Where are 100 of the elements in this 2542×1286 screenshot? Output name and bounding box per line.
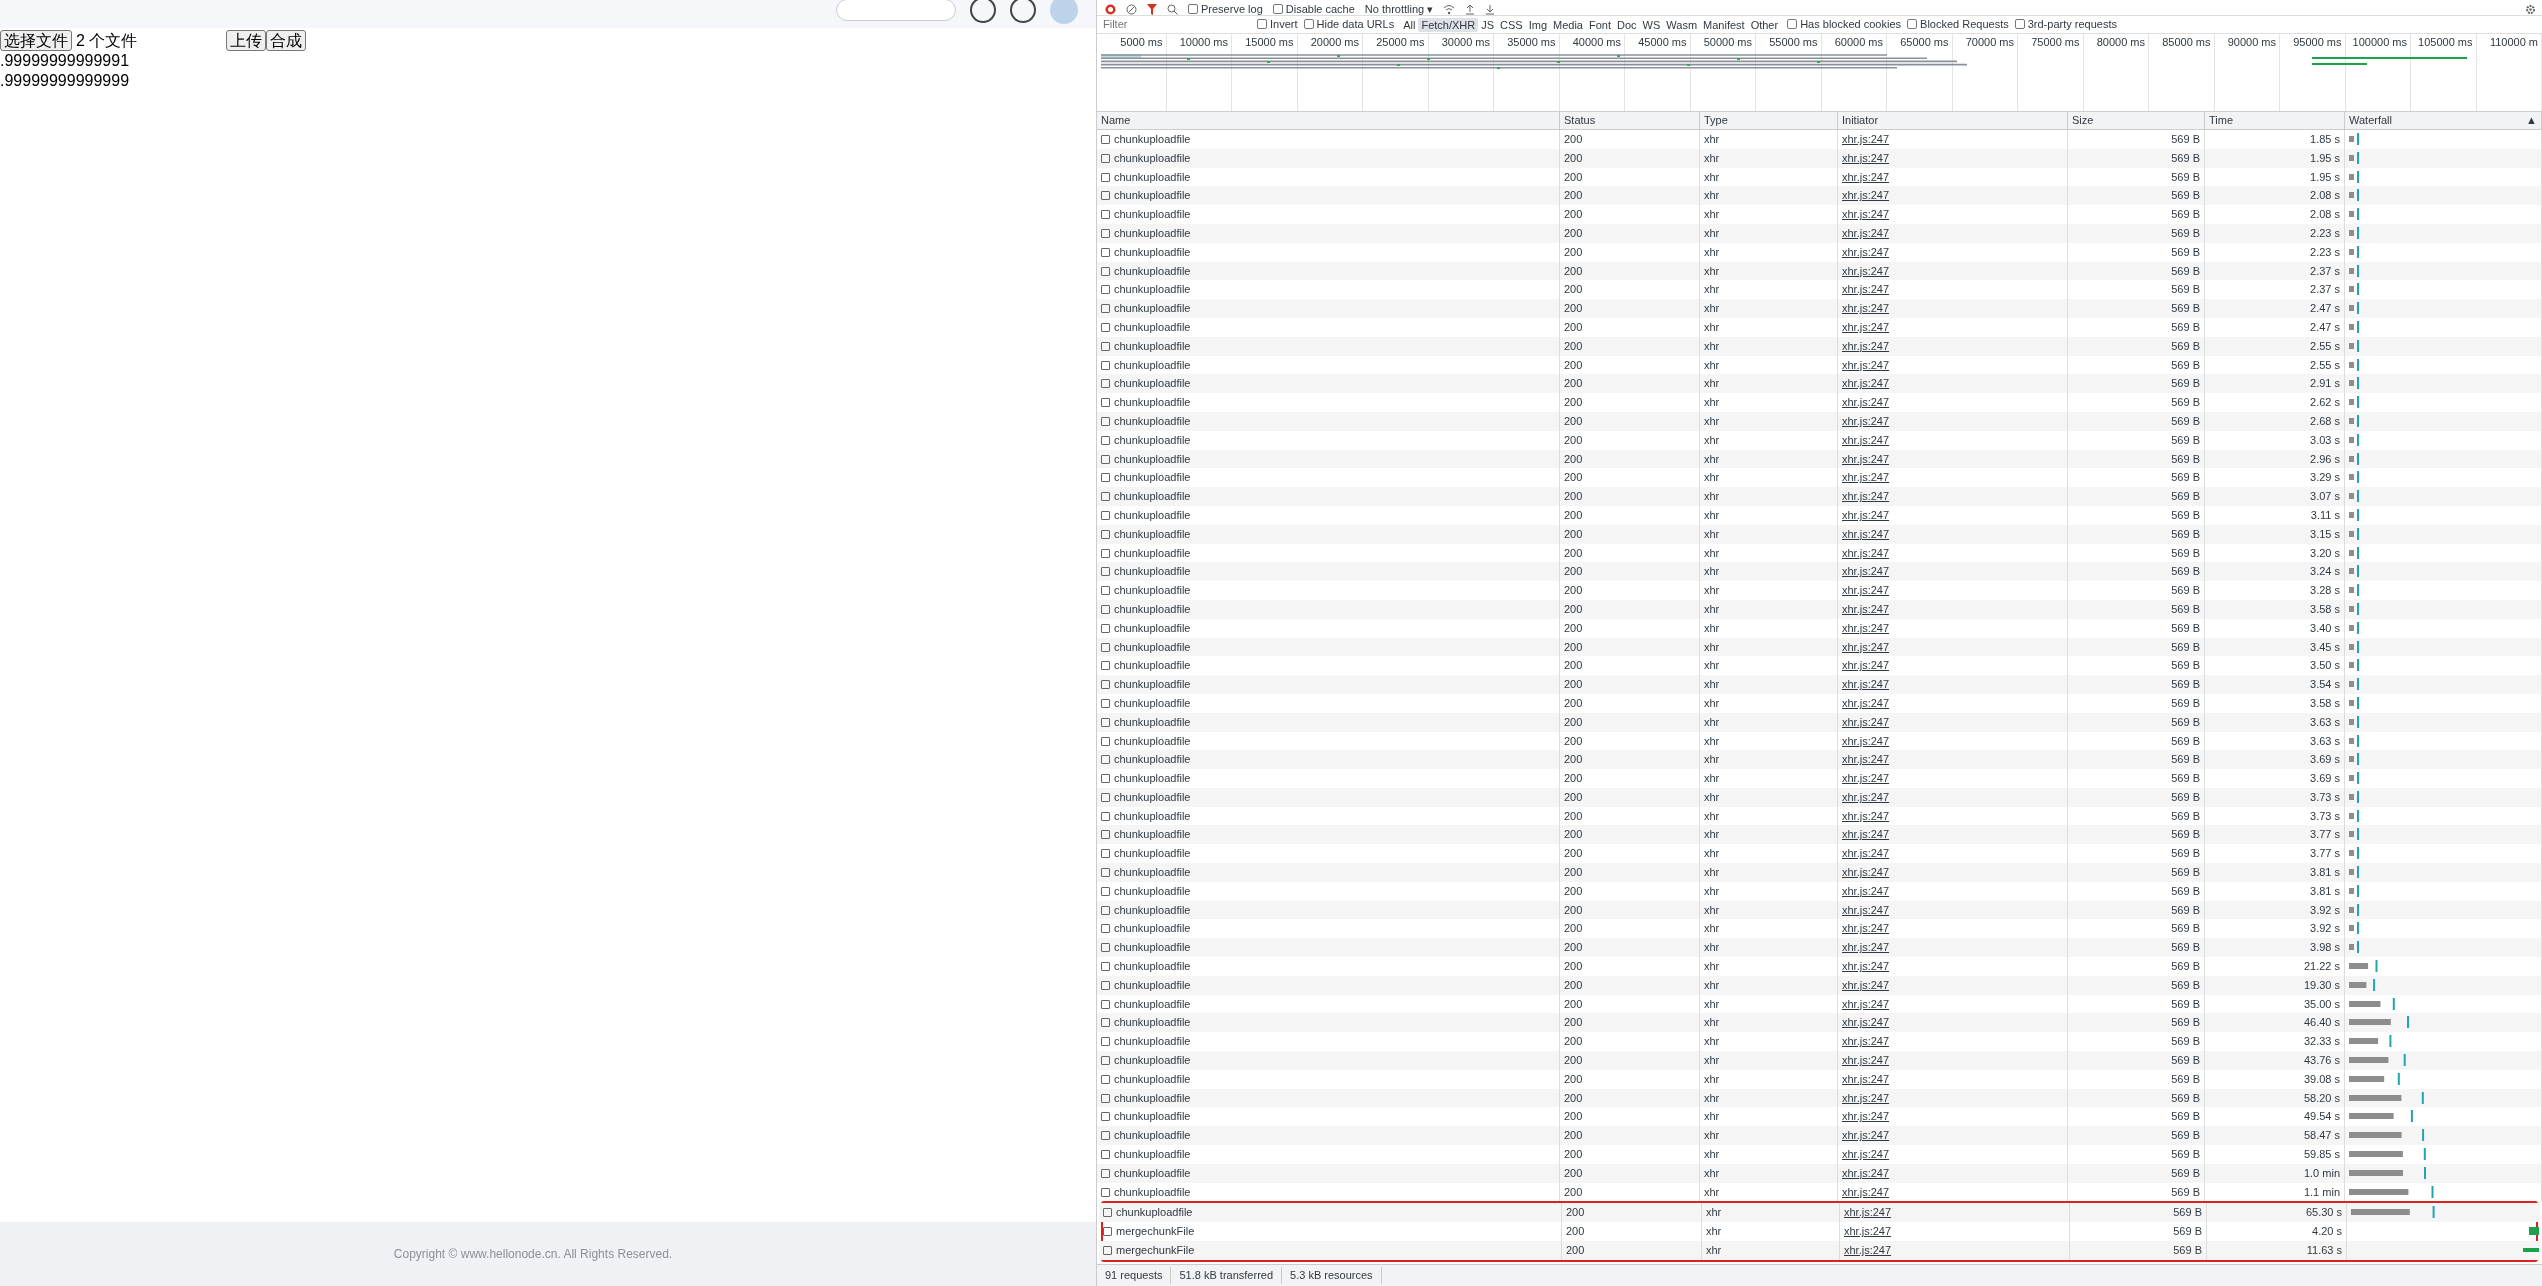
request-row[interactable]: chunkuploadfile 200 xhr xhr.js:247 569 B 3.58 s: [1097, 599, 2542, 619]
request-row[interactable]: chunkuploadfile 200 xhr xhr.js:247 569 B 2.08 s: [1097, 205, 2542, 224]
initiator-link[interactable]: xhr.js:247: [1842, 678, 1890, 691]
request-row[interactable]: chunkuploadfile 200 xhr xhr.js:247 569 B 3.40 s: [1097, 618, 2542, 638]
initiator-link[interactable]: xhr.js:247: [1842, 490, 1890, 503]
circle-icon[interactable]: [970, 0, 996, 23]
initiator-link[interactable]: xhr.js:247: [1842, 339, 1890, 352]
checkbox[interactable]: Has blocked cookies: [1787, 16, 1902, 33]
initiator-link[interactable]: xhr.js:247: [1842, 1148, 1890, 1161]
initiator-link[interactable]: xhr.js:247: [1842, 189, 1890, 202]
initiator-link[interactable]: xhr.js:247: [1842, 227, 1890, 239]
request-row[interactable]: chunkuploadfile 200 xhr xhr.js:247 569 B 39.08 s: [1097, 1069, 2542, 1089]
type-filter-tab[interactable]: WS: [1639, 17, 1664, 32]
circle-icon[interactable]: [1010, 0, 1036, 23]
request-row[interactable]: chunkuploadfile 200 xhr xhr.js:247 569 B 3.81 s: [1097, 863, 2542, 882]
initiator-link[interactable]: xhr.js:247: [1842, 696, 1890, 709]
column-header[interactable]: Name: [1097, 112, 1560, 129]
request-row[interactable]: chunkuploadfile 200 xhr xhr.js:247 569 B 59.85 s: [1097, 1145, 2542, 1164]
request-row[interactable]: chunkuploadfile 200 xhr xhr.js:247 569 B 58.20 s: [1097, 1088, 2542, 1108]
clear-icon[interactable]: [1126, 4, 1137, 15]
request-row[interactable]: chunkuploadfile 200 xhr xhr.js:247 569 B 2.47 s: [1097, 317, 2542, 337]
initiator-link[interactable]: xhr.js:247: [1842, 358, 1890, 371]
column-header[interactable]: Waterfall ▲: [2345, 112, 2542, 129]
initiator-link[interactable]: xhr.js:247: [1842, 396, 1890, 409]
column-header[interactable]: Initiator: [1838, 112, 2068, 129]
initiator-link[interactable]: xhr.js:247: [1842, 809, 1890, 822]
initiator-link[interactable]: xhr.js:247: [1842, 283, 1890, 296]
initiator-link[interactable]: xhr.js:247: [1842, 997, 1890, 1010]
initiator-link[interactable]: xhr.js:247: [1842, 1166, 1890, 1179]
initiator-link[interactable]: xhr.js:247: [1842, 1091, 1890, 1104]
checkbox[interactable]: Invert: [1257, 16, 1298, 33]
request-row[interactable]: chunkuploadfile 200 xhr xhr.js:247 569 B 46.40 s: [1097, 1013, 2542, 1033]
checkbox[interactable]: Hide data URLs: [1303, 16, 1395, 33]
type-filter-tab[interactable]: Img: [1525, 17, 1550, 32]
request-row[interactable]: chunkuploadfile 200 xhr xhr.js:247 569 B 3.98 s: [1097, 938, 2542, 958]
request-row[interactable]: chunkuploadfile 200 xhr xhr.js:247 569 B 3.28 s: [1097, 581, 2542, 600]
request-row[interactable]: chunkuploadfile 200 xhr xhr.js:247 569 B 65.30 s: [1099, 1203, 2540, 1223]
initiator-link[interactable]: xhr.js:247: [1842, 659, 1890, 672]
request-row[interactable]: chunkuploadfile 200 xhr xhr.js:247 569 B 3.54 s: [1097, 675, 2542, 694]
initiator-link[interactable]: xhr.js:247: [1842, 508, 1890, 521]
request-row[interactable]: chunkuploadfile 200 xhr xhr.js:247 569 B 2.68 s: [1097, 411, 2542, 431]
checkbox[interactable]: Disable cache: [1272, 3, 1355, 15]
request-row[interactable]: chunkuploadfile 200 xhr xhr.js:247 569 B 21.22 s: [1097, 957, 2542, 976]
initiator-link[interactable]: xhr.js:247: [1842, 264, 1890, 277]
initiator-link[interactable]: xhr.js:247: [1842, 734, 1890, 747]
initiator-link[interactable]: xhr.js:247: [1842, 1035, 1890, 1048]
request-row[interactable]: chunkuploadfile 200 xhr xhr.js:247 569 B 2.47 s: [1097, 299, 2542, 318]
initiator-link[interactable]: xhr.js:247: [1842, 1072, 1890, 1085]
request-row[interactable]: chunkuploadfile 200 xhr xhr.js:247 569 B 3.24 s: [1097, 562, 2542, 582]
initiator-link[interactable]: xhr.js:247: [1842, 565, 1890, 578]
request-row[interactable]: chunkuploadfile 200 xhr xhr.js:247 569 B 2.91 s: [1097, 374, 2542, 394]
initiator-link[interactable]: xhr.js:247: [1842, 414, 1890, 427]
type-filter-tab[interactable]: CSS: [1497, 17, 1526, 32]
request-row[interactable]: chunkuploadfile 200 xhr xhr.js:247 569 B 2.23 s: [1097, 224, 2542, 243]
request-row[interactable]: chunkuploadfile 200 xhr xhr.js:247 569 B 1.1 min: [1097, 1182, 2542, 1202]
request-row[interactable]: chunkuploadfile 200 xhr xhr.js:247 569 B 2.96 s: [1097, 449, 2542, 469]
request-row[interactable]: chunkuploadfile 200 xhr xhr.js:247 569 B 3.63 s: [1097, 712, 2542, 732]
initiator-link[interactable]: xhr.js:247: [1842, 1185, 1890, 1198]
initiator-link[interactable]: xhr.js:247: [1844, 1206, 1892, 1219]
filter-icon[interactable]: [1147, 4, 1157, 15]
checkbox[interactable]: Blocked Requests: [1907, 16, 2009, 33]
type-filter-tab[interactable]: JS: [1478, 17, 1498, 32]
initiator-link[interactable]: xhr.js:247: [1842, 753, 1890, 766]
request-row[interactable]: chunkuploadfile 200 xhr xhr.js:247 569 B 3.77 s: [1097, 825, 2542, 845]
wifi-icon[interactable]: [1443, 4, 1456, 15]
initiator-link[interactable]: xhr.js:247: [1842, 715, 1890, 728]
request-row[interactable]: chunkuploadfile 200 xhr xhr.js:247 569 B 3.81 s: [1097, 881, 2542, 901]
settings-icon[interactable]: [2525, 4, 2536, 15]
initiator-link[interactable]: xhr.js:247: [1842, 640, 1890, 653]
upload-button[interactable]: 上传: [226, 30, 266, 51]
initiator-link[interactable]: xhr.js:247: [1842, 772, 1890, 785]
type-filter-tab[interactable]: Manifest: [1700, 17, 1748, 32]
type-filter-tab[interactable]: Font: [1586, 17, 1614, 32]
type-filter-tab[interactable]: Other: [1747, 17, 1782, 32]
initiator-link[interactable]: xhr.js:247: [1842, 884, 1890, 897]
request-row[interactable]: chunkuploadfile 200 xhr xhr.js:247 569 B 3.58 s: [1097, 693, 2542, 713]
request-row[interactable]: chunkuploadfile 200 xhr xhr.js:247 569 B 3.45 s: [1097, 637, 2542, 657]
type-filter-tab[interactable]: Media: [1550, 17, 1586, 32]
initiator-link[interactable]: xhr.js:247: [1842, 151, 1890, 164]
upload-icon[interactable]: [1465, 4, 1476, 15]
initiator-link[interactable]: xhr.js:247: [1842, 1110, 1890, 1123]
initiator-link[interactable]: xhr.js:247: [1842, 1054, 1890, 1067]
request-row[interactable]: chunkuploadfile 200 xhr xhr.js:247 569 B 19.30 s: [1097, 975, 2542, 995]
type-filter-tab[interactable]: Wasm: [1663, 17, 1701, 32]
initiator-link[interactable]: xhr.js:247: [1842, 546, 1890, 559]
request-row[interactable]: chunkuploadfile 200 xhr xhr.js:247 569 B 1.0 min: [1097, 1163, 2542, 1183]
initiator-link[interactable]: xhr.js:247: [1842, 922, 1890, 935]
request-row[interactable]: mergechunkFile 200 xhr xhr.js:247 569 B 11.63 s: [1099, 1241, 2540, 1260]
request-row[interactable]: chunkuploadfile 200 xhr xhr.js:247 569 B 3.73 s: [1097, 787, 2542, 807]
throttling-select[interactable]: No throttling ▾: [1364, 3, 1434, 15]
request-row[interactable]: chunkuploadfile 200 xhr xhr.js:247 569 B 3.07 s: [1097, 487, 2542, 506]
record-icon[interactable]: [1105, 4, 1116, 15]
request-row[interactable]: chunkuploadfile 200 xhr xhr.js:247 569 B 3.03 s: [1097, 430, 2542, 450]
initiator-link[interactable]: xhr.js:247: [1842, 320, 1890, 333]
request-row[interactable]: chunkuploadfile 200 xhr xhr.js:247 569 B 2.55 s: [1097, 336, 2542, 356]
choose-file-button[interactable]: 选择文件: [0, 30, 72, 51]
type-filter-tab[interactable]: All: [1400, 17, 1419, 32]
type-filter-tab[interactable]: Fetch/XHR: [1418, 17, 1479, 32]
request-row[interactable]: chunkuploadfile 200 xhr xhr.js:247 569 B 1.95 s: [1097, 148, 2542, 168]
merge-button[interactable]: 合成: [266, 30, 306, 51]
